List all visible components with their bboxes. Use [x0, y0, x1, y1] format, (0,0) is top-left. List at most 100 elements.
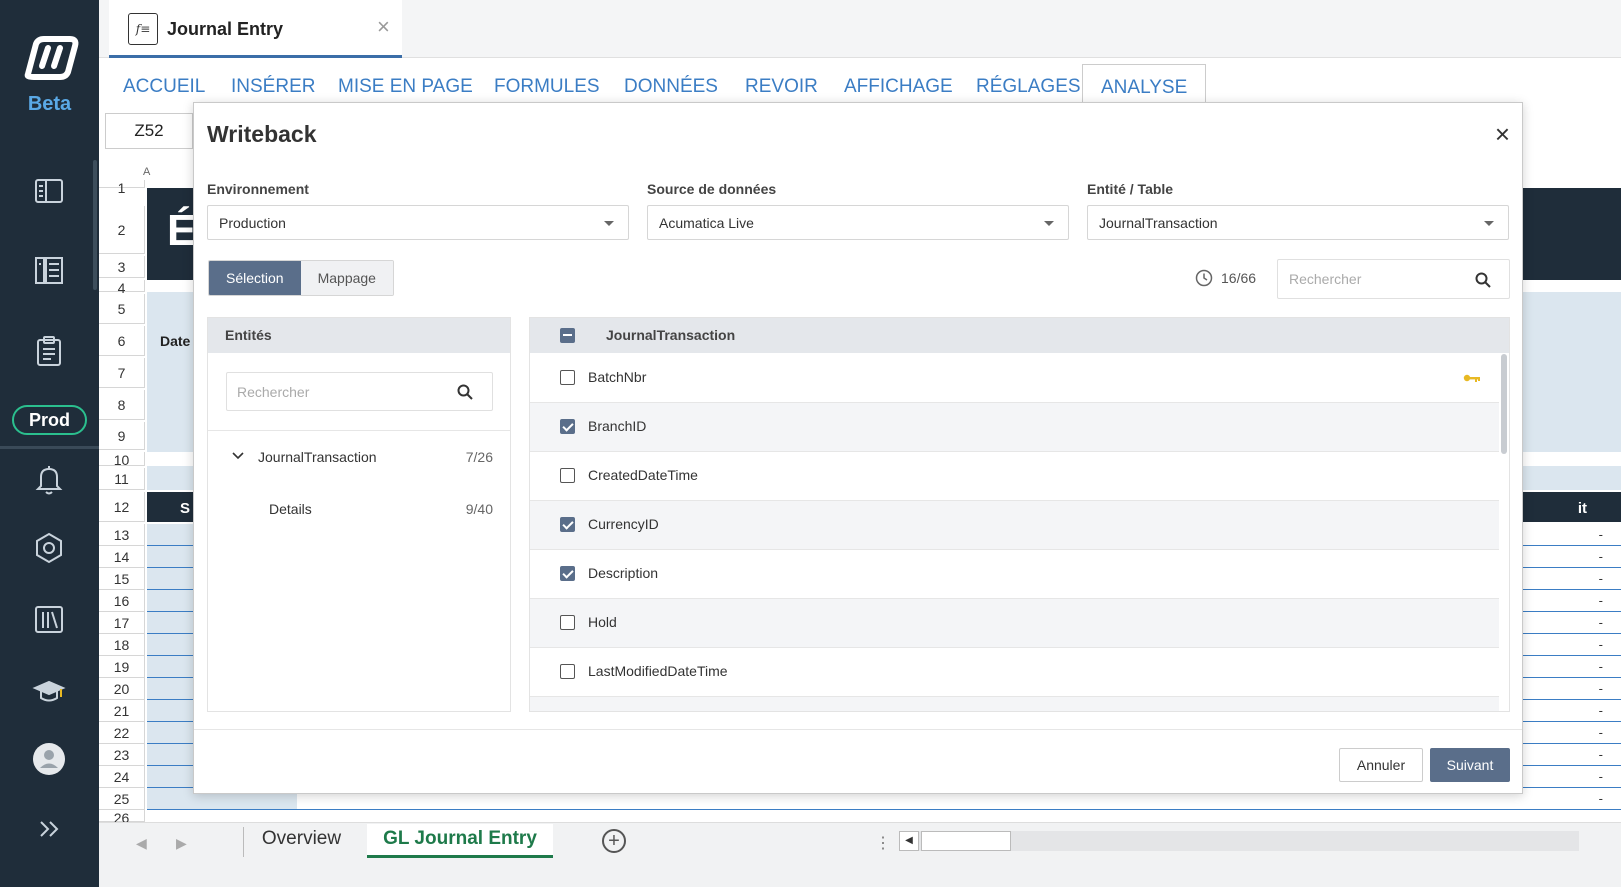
sidebar-divider [0, 446, 99, 449]
field-search-input[interactable]: Rechercher [1277, 259, 1510, 299]
tab-reglages[interactable]: RÉGLAGES [976, 76, 1081, 98]
select-all-checkbox[interactable] [560, 328, 575, 343]
next-sheet-icon[interactable]: ▶ [176, 835, 187, 852]
row-header[interactable]: 3 [99, 256, 145, 278]
scrollbar-thumb[interactable] [921, 831, 1011, 851]
field-row[interactable]: Hold [530, 599, 1499, 648]
environment-select[interactable]: Production [207, 205, 629, 240]
tab-analyse[interactable]: ANALYSE [1082, 64, 1207, 106]
field-label: LastModifiedDateTime [588, 663, 728, 679]
field-checkbox[interactable] [560, 419, 575, 434]
row-number: 17 [113, 615, 130, 631]
row-header[interactable]: 6 [99, 326, 145, 356]
search-icon[interactable] [457, 384, 473, 400]
row-header[interactable]: 10 [99, 452, 145, 468]
document-tab[interactable]: f≡ Journal Entry × [109, 0, 402, 58]
row-header[interactable]: 9 [99, 422, 145, 450]
row-header[interactable]: 23 [99, 744, 145, 766]
graduation-cap-icon[interactable] [29, 672, 69, 712]
field-checkbox[interactable] [560, 664, 575, 679]
row-header[interactable]: 4 [99, 280, 145, 296]
tab-donnees[interactable]: DONNÉES [624, 76, 718, 98]
row-header[interactable]: 15 [99, 568, 145, 590]
tab-accueil[interactable]: ACCUEIL [123, 76, 205, 98]
entity-table-select[interactable]: JournalTransaction [1087, 205, 1509, 240]
field-row[interactable] [530, 697, 1499, 711]
row-header[interactable]: 24 [99, 766, 145, 788]
field-checkbox[interactable] [560, 566, 575, 581]
cancel-button[interactable]: Annuler [1339, 748, 1423, 782]
row-header[interactable]: 26 [99, 810, 145, 826]
row-header[interactable]: 16 [99, 590, 145, 612]
row-header[interactable]: 8 [99, 390, 145, 420]
selection-tab[interactable]: Sélection [209, 261, 301, 295]
row-header[interactable]: 22 [99, 722, 145, 744]
field-checkbox[interactable] [560, 468, 575, 483]
scroll-left-icon[interactable]: ◀ [899, 831, 919, 851]
field-row[interactable]: Description [530, 550, 1499, 599]
user-avatar-icon[interactable] [29, 739, 69, 779]
tab-inserer[interactable]: INSÉRER [231, 76, 315, 98]
tab-affichage[interactable]: AFFICHAGE [844, 76, 953, 98]
spreadsheet-formula-icon: f≡ [128, 13, 158, 45]
settings-icon[interactable] [29, 528, 69, 568]
sidebar-scrollbar[interactable] [93, 160, 97, 290]
search-icon[interactable] [1475, 272, 1491, 288]
row-header[interactable]: 20 [99, 678, 145, 700]
prev-sheet-icon[interactable]: ◀ [136, 835, 147, 852]
cell-value: - [1598, 681, 1603, 696]
field-list-scrollbar[interactable] [1501, 354, 1507, 454]
ribbon-tabs: ACCUEIL INSÉRER MISE EN PAGE FORMULES DO… [99, 58, 1621, 106]
tab-revoir[interactable]: REVOIR [745, 76, 818, 98]
field-row[interactable]: LastModifiedDateTime [530, 648, 1499, 697]
fields-header-label: JournalTransaction [606, 327, 736, 343]
close-dialog-icon[interactable]: × [1495, 119, 1510, 150]
row-number: 13 [113, 527, 130, 543]
datasource-select[interactable]: Acumatica Live [647, 205, 1069, 240]
field-row[interactable]: BranchID [530, 403, 1499, 452]
tab-mise-en-page[interactable]: MISE EN PAGE [338, 76, 473, 98]
row-header[interactable]: 21 [99, 700, 145, 722]
row-header[interactable]: 19 [99, 656, 145, 678]
next-button[interactable]: Suivant [1430, 748, 1510, 782]
field-checkbox[interactable] [560, 517, 575, 532]
row-header[interactable]: 18 [99, 634, 145, 656]
field-row[interactable]: CreatedDateTime [530, 452, 1499, 501]
row-number: 25 [113, 791, 130, 807]
row-header[interactable]: 11 [99, 468, 145, 490]
environment-badge[interactable]: Prod [12, 405, 87, 435]
field-row[interactable]: CurrencyID [530, 501, 1499, 550]
field-checkbox[interactable] [560, 370, 575, 385]
reports-icon[interactable] [29, 250, 69, 290]
row-number: 14 [113, 549, 130, 565]
field-checkbox[interactable] [560, 615, 575, 630]
sheet-tab-gl-journal-entry[interactable]: GL Journal Entry [367, 824, 553, 858]
bell-icon[interactable] [29, 459, 69, 499]
library-icon[interactable] [29, 599, 69, 639]
row-header[interactable]: 5 [99, 294, 145, 324]
row-header[interactable]: 7 [99, 358, 145, 388]
close-tab-icon[interactable]: × [377, 14, 390, 40]
row-header[interactable]: 17 [99, 612, 145, 634]
panel-toggle-icon[interactable] [29, 171, 69, 211]
cell-reference-box[interactable]: Z52 [105, 113, 193, 149]
row-header[interactable]: 2 [99, 206, 145, 254]
chevron-down-icon[interactable] [232, 451, 244, 461]
tab-formules[interactable]: FORMULES [494, 76, 600, 98]
row-number: 3 [117, 259, 126, 275]
mapping-tab[interactable]: Mappage [300, 261, 393, 295]
row-header[interactable]: 12 [99, 492, 145, 522]
add-sheet-icon[interactable]: + [602, 829, 626, 853]
sheet-tab-overview[interactable]: Overview [246, 824, 357, 858]
clipboard-icon[interactable] [29, 331, 69, 371]
more-options-icon[interactable]: ⋮ [875, 833, 891, 853]
row-header[interactable]: 1 [99, 180, 145, 196]
expand-sidebar-icon[interactable] [29, 809, 69, 849]
app-logo-icon[interactable] [20, 36, 80, 80]
horizontal-scrollbar[interactable]: ◀ [899, 831, 1579, 851]
row-header[interactable]: 25 [99, 788, 145, 810]
entity-search-input[interactable]: Rechercher [226, 372, 493, 411]
row-header[interactable]: 13 [99, 524, 145, 546]
row-header[interactable]: 14 [99, 546, 145, 568]
field-row[interactable]: BatchNbr [530, 354, 1499, 403]
